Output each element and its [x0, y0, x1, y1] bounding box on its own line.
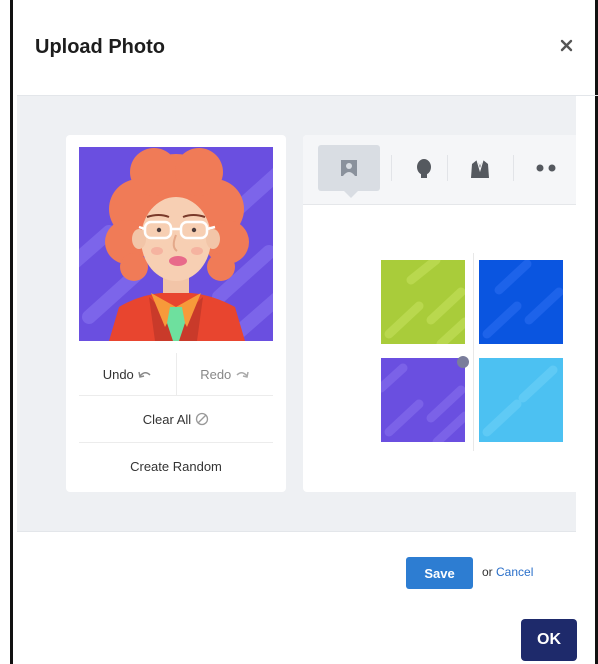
- customization-card: [303, 135, 576, 492]
- redo-button[interactable]: Redo: [177, 353, 274, 395]
- save-button[interactable]: Save: [406, 557, 473, 589]
- undo-button[interactable]: Undo: [79, 353, 177, 395]
- tab-eyes[interactable]: [515, 145, 576, 191]
- tab-head[interactable]: [393, 145, 455, 191]
- swatch-light-blue[interactable]: [479, 358, 563, 442]
- create-random-label: Create Random: [130, 458, 222, 474]
- background-swatches: [303, 205, 576, 492]
- redo-label: Redo: [200, 366, 232, 382]
- create-random-button[interactable]: Create Random: [79, 443, 273, 489]
- swatch-green[interactable]: [381, 260, 465, 344]
- avatar-editor-panel: Undo Redo Clear All Create Random: [17, 96, 576, 531]
- tab-clothing[interactable]: [449, 145, 511, 191]
- eyes-icon: [536, 164, 556, 172]
- avatar-preview-card: Undo Redo Clear All Create Random: [66, 135, 286, 492]
- category-tabs: [303, 135, 576, 205]
- close-icon[interactable]: [557, 36, 577, 56]
- clear-all-button[interactable]: Clear All: [79, 396, 273, 443]
- clothing-icon: [471, 159, 489, 178]
- tab-separator: [391, 155, 392, 181]
- head-icon: [417, 159, 431, 178]
- selected-indicator: [457, 356, 469, 368]
- undo-icon: [138, 371, 151, 378]
- tab-background[interactable]: [318, 145, 380, 198]
- ok-button[interactable]: OK: [521, 619, 577, 661]
- prohibited-icon: [196, 412, 209, 426]
- undo-redo-row: Undo Redo: [79, 353, 273, 396]
- swatch-divider: [473, 253, 474, 451]
- cancel-link[interactable]: Cancel: [496, 565, 533, 579]
- tab-separator: [513, 155, 514, 181]
- footer-divider: [17, 531, 576, 532]
- swatch-purple[interactable]: [381, 358, 465, 442]
- avatar-preview: [79, 147, 273, 341]
- swatch-blue[interactable]: [479, 260, 563, 344]
- undo-label: Undo: [102, 366, 134, 382]
- tab-separator: [447, 155, 448, 181]
- redo-icon: [236, 371, 250, 378]
- clear-all-label: Clear All: [142, 411, 192, 427]
- or-text: or: [482, 565, 493, 579]
- background-icon: [341, 160, 357, 176]
- or-cancel: or Cancel: [482, 565, 533, 579]
- window-left-edge: [10, 0, 13, 664]
- active-tab-pointer: [344, 191, 358, 198]
- dialog-title: Upload Photo: [35, 36, 165, 58]
